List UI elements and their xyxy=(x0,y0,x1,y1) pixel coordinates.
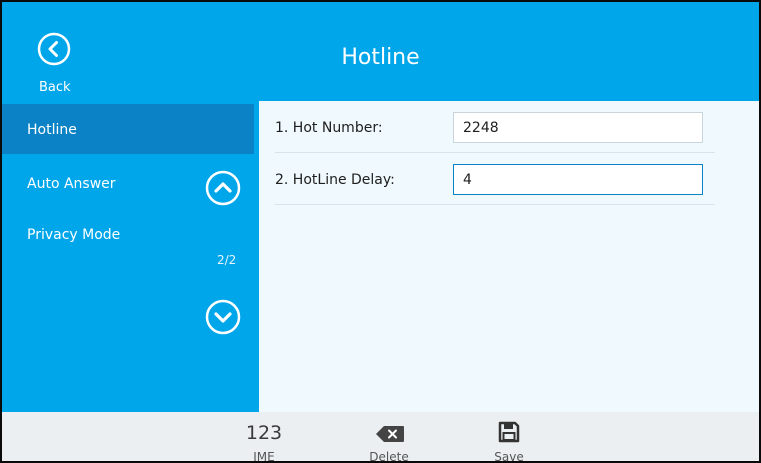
back-label: Back xyxy=(39,80,71,95)
header-bar: Back Hotline xyxy=(2,2,759,101)
hot-number-label: 1. Hot Number: xyxy=(275,120,383,136)
sidebar-item-label: Hotline xyxy=(27,122,77,138)
save-label: Save xyxy=(494,450,524,463)
save-icon xyxy=(498,421,520,443)
ime-button[interactable]: 123 IME xyxy=(234,412,294,463)
hotline-delay-row: 2. HotLine Delay: xyxy=(275,153,715,205)
sidebar-item-privacy-mode[interactable]: Privacy Mode xyxy=(2,209,254,259)
softkey-bar: 123 IME Delete Save xyxy=(2,412,759,463)
hot-number-row: 1. Hot Number: xyxy=(275,101,715,153)
delete-button[interactable]: Delete xyxy=(359,412,419,463)
settings-content: 1. Hot Number: 2. HotLine Delay: xyxy=(259,101,759,412)
ime-mode-value: 123 xyxy=(245,422,283,444)
ime-label: IME xyxy=(253,450,275,463)
chevron-up-icon xyxy=(214,182,232,193)
page-up-button[interactable] xyxy=(205,170,241,206)
sidebar: Hotline Auto Answer Privacy Mode 2/2 xyxy=(2,101,259,412)
save-button[interactable]: Save xyxy=(484,412,534,463)
page-title: Hotline xyxy=(341,45,420,70)
chevron-down-icon xyxy=(214,312,232,323)
backspace-icon xyxy=(376,426,404,442)
page-down-button[interactable] xyxy=(205,299,241,335)
sidebar-item-label: Auto Answer xyxy=(27,176,116,192)
hotline-delay-input[interactable] xyxy=(453,164,703,195)
phone-screen: Back Hotline Hotline Auto Answer Privacy… xyxy=(0,0,761,463)
sidebar-item-label: Privacy Mode xyxy=(27,227,121,243)
sidebar-item-hotline[interactable]: Hotline xyxy=(2,104,254,154)
page-indicator: 2/2 xyxy=(217,253,237,267)
hot-number-input[interactable] xyxy=(453,112,703,143)
hotline-delay-label: 2. HotLine Delay: xyxy=(275,172,395,188)
delete-label: Delete xyxy=(369,450,409,463)
